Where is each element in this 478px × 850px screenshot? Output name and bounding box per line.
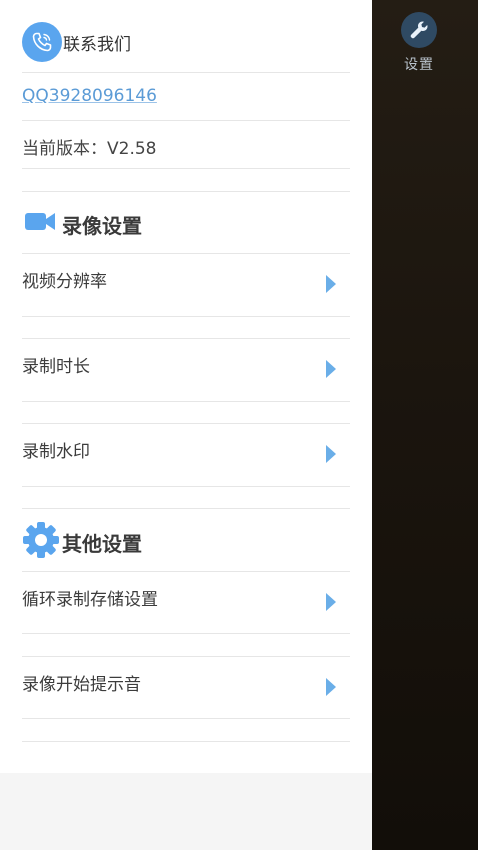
divider — [22, 168, 350, 169]
settings-drawer: 联系我们 QQ3928096146 当前版本：V2.58 录像设置 视频分辨率 — [0, 0, 372, 850]
other-settings-title: 其他设置 — [62, 531, 142, 556]
divider — [22, 508, 350, 509]
divider — [22, 741, 350, 742]
settings-shortcut-button[interactable]: 设置 — [398, 12, 440, 74]
divider — [22, 423, 350, 424]
chevron-right-icon — [326, 275, 336, 293]
item-label: 循环录制存储设置 — [22, 590, 158, 610]
chevron-right-icon — [326, 360, 336, 378]
divider — [22, 72, 350, 73]
divider — [22, 120, 350, 121]
divider — [22, 316, 350, 317]
divider — [22, 253, 350, 254]
chevron-right-icon — [326, 593, 336, 611]
divider — [22, 718, 350, 719]
item-label: 录像开始提示音 — [22, 675, 141, 695]
contact-title: 联系我们 — [63, 34, 131, 55]
divider — [22, 401, 350, 402]
item-label: 录制时长 — [22, 357, 90, 377]
video-camera-icon — [22, 208, 58, 240]
divider — [22, 191, 350, 192]
wrench-icon — [401, 12, 437, 48]
video-settings-title: 录像设置 — [62, 213, 142, 238]
drawer-content: 联系我们 QQ3928096146 当前版本：V2.58 录像设置 视频分辨率 — [0, 0, 372, 773]
divider — [22, 656, 350, 657]
version-text: 当前版本：V2.58 — [22, 139, 157, 159]
chevron-right-icon — [326, 678, 336, 696]
qq-contact-link[interactable]: QQ3928096146 — [22, 86, 157, 106]
video-settings-header: 录像设置 — [22, 208, 142, 240]
divider — [22, 633, 350, 634]
background-camera-view[interactable] — [372, 0, 478, 850]
gear-icon — [22, 521, 60, 563]
item-label: 视频分辨率 — [22, 272, 107, 292]
other-settings-header: 其他设置 — [22, 521, 142, 563]
settings-shortcut-label: 设置 — [404, 57, 434, 73]
chevron-right-icon — [326, 445, 336, 463]
divider — [22, 338, 350, 339]
divider — [22, 571, 350, 572]
contact-header: 联系我们 — [22, 22, 131, 62]
item-label: 录制水印 — [22, 442, 90, 462]
divider — [22, 486, 350, 487]
phone-icon — [22, 22, 62, 62]
